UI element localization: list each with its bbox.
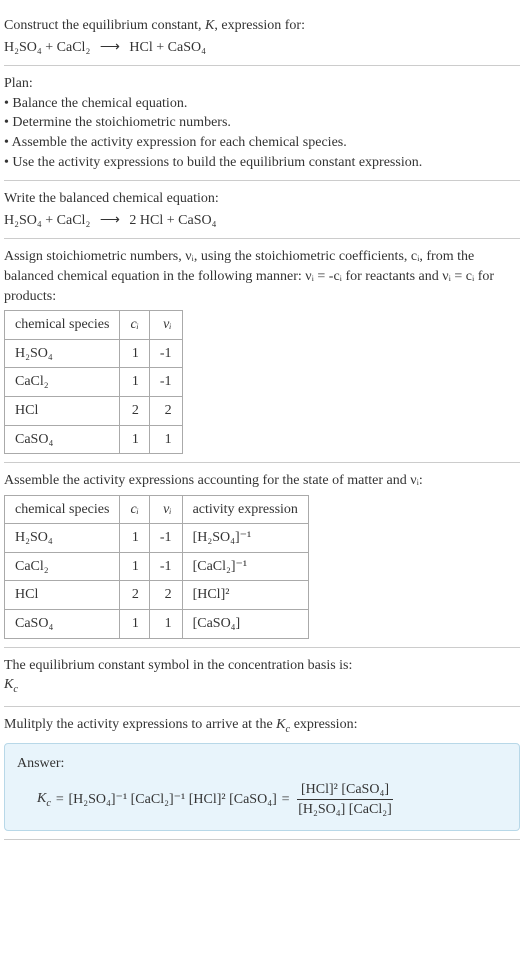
balanced-section: Write the balanced chemical equation: H₂…: [4, 181, 520, 239]
answer-label: Answer:: [17, 754, 507, 774]
col-vi: νᵢ: [149, 495, 182, 524]
col-species: chemical species: [5, 311, 120, 340]
cell-ci: 1: [120, 524, 149, 553]
table-header-row: chemical species cᵢ νᵢ activity expressi…: [5, 495, 309, 524]
kc-symbol-section: The equilibrium constant symbol in the c…: [4, 648, 520, 707]
equals-sign: =: [55, 790, 64, 810]
kc-var: Kc: [37, 789, 51, 811]
balanced-equation: H₂SO₄ + CaCl₂ ⟶ 2 HCl + CaSO₄: [4, 211, 520, 231]
initial-equation: H₂SO₄ + CaCl₂ ⟶ HCl + CaSO₄: [4, 38, 520, 58]
plan-list: Balance the chemical equation. Determine…: [4, 94, 520, 172]
arrow-icon: ⟶: [100, 213, 120, 228]
bal-lhs: H₂SO₄ + CaCl₂: [4, 213, 90, 228]
prompt-prefix: Construct the equilibrium constant, K, e…: [4, 18, 305, 33]
cell-species: H₂SO₄: [5, 339, 120, 368]
prompt-text: Construct the equilibrium constant, K, e…: [4, 16, 520, 36]
stoich-table: chemical species cᵢ νᵢ H₂SO₄ 1 -1 CaCl₂ …: [4, 310, 183, 454]
cell-species: CaCl₂: [5, 368, 120, 397]
cell-species: CaSO₄: [5, 425, 120, 454]
cell-species: HCl: [5, 396, 120, 425]
cell-ci: 2: [120, 396, 149, 425]
activity-table: chemical species cᵢ νᵢ activity expressi…: [4, 495, 309, 639]
plan-item: Assemble the activity expression for eac…: [4, 133, 520, 153]
cell-ci: 1: [120, 425, 149, 454]
table-row: CaCl₂ 1 -1 [CaCl₂]⁻¹: [5, 552, 309, 581]
plan-item: Determine the stoichiometric numbers.: [4, 113, 520, 133]
cell-species: H₂SO₄: [5, 524, 120, 553]
answer-section: Mulitply the activity expressions to arr…: [4, 707, 520, 840]
eq-lhs: H₂SO₄ + CaCl₂: [4, 40, 90, 55]
kc-flat: [H₂SO₄]⁻¹ [CaCl₂]⁻¹ [HCl]² [CaSO₄]: [68, 790, 276, 810]
balanced-title: Write the balanced chemical equation:: [4, 189, 520, 209]
kc-fraction: [HCl]² [CaSO₄] [H₂SO₄] [CaCl₂]: [294, 780, 396, 820]
plan-section: Plan: Balance the chemical equation. Det…: [4, 66, 520, 181]
cell-vi: -1: [149, 552, 182, 581]
cell-expr: [CaCl₂]⁻¹: [182, 552, 308, 581]
arrow-icon: ⟶: [100, 40, 120, 55]
cell-ci: 1: [120, 339, 149, 368]
col-ci: cᵢ: [120, 311, 149, 340]
plan-item: Balance the chemical equation.: [4, 94, 520, 114]
stoich-section: Assign stoichiometric numbers, νᵢ, using…: [4, 239, 520, 463]
table-header-row: chemical species cᵢ νᵢ: [5, 311, 183, 340]
cell-vi: -1: [149, 368, 182, 397]
table-row: HCl 2 2: [5, 396, 183, 425]
cell-expr: [H₂SO₄]⁻¹: [182, 524, 308, 553]
table-row: H₂SO₄ 1 -1 [H₂SO₄]⁻¹: [5, 524, 309, 553]
activity-intro: Assemble the activity expressions accoun…: [4, 471, 520, 491]
table-row: CaCl₂ 1 -1: [5, 368, 183, 397]
col-species: chemical species: [5, 495, 120, 524]
cell-expr: [HCl]²: [182, 581, 308, 610]
cell-ci: 1: [120, 610, 149, 639]
plan-title: Plan:: [4, 74, 520, 94]
kc-symbol: Kc: [4, 675, 520, 697]
kc-symbol-text: The equilibrium constant symbol in the c…: [4, 656, 520, 676]
cell-vi: -1: [149, 339, 182, 368]
eq-rhs: HCl + CaSO₄: [129, 40, 206, 55]
cell-vi: -1: [149, 524, 182, 553]
frac-denominator: [H₂SO₄] [CaCl₂]: [294, 800, 396, 820]
kc-expression: Kc = [H₂SO₄]⁻¹ [CaCl₂]⁻¹ [HCl]² [CaSO₄] …: [17, 780, 507, 820]
cell-ci: 1: [120, 368, 149, 397]
cell-species: CaCl₂: [5, 552, 120, 581]
cell-vi: 1: [149, 610, 182, 639]
activity-section: Assemble the activity expressions accoun…: [4, 463, 520, 648]
bal-rhs: 2 HCl + CaSO₄: [129, 213, 216, 228]
cell-ci: 1: [120, 552, 149, 581]
plan-item: Use the activity expressions to build th…: [4, 153, 520, 173]
col-vi: νᵢ: [149, 311, 182, 340]
cell-species: HCl: [5, 581, 120, 610]
cell-vi: 2: [149, 396, 182, 425]
table-row: CaSO₄ 1 1: [5, 425, 183, 454]
equals-sign: =: [281, 790, 290, 810]
cell-vi: 2: [149, 581, 182, 610]
prompt-section: Construct the equilibrium constant, K, e…: [4, 8, 520, 66]
table-row: H₂SO₄ 1 -1: [5, 339, 183, 368]
col-ci: cᵢ: [120, 495, 149, 524]
cell-ci: 2: [120, 581, 149, 610]
stoich-intro: Assign stoichiometric numbers, νᵢ, using…: [4, 247, 520, 306]
frac-numerator: [HCl]² [CaSO₄]: [297, 780, 393, 801]
col-expr: activity expression: [182, 495, 308, 524]
answer-box: Answer: Kc = [H₂SO₄]⁻¹ [CaCl₂]⁻¹ [HCl]² …: [4, 743, 520, 831]
cell-species: CaSO₄: [5, 610, 120, 639]
table-row: HCl 2 2 [HCl]²: [5, 581, 309, 610]
multiply-intro: Mulitply the activity expressions to arr…: [4, 715, 520, 737]
table-row: CaSO₄ 1 1 [CaSO₄]: [5, 610, 309, 639]
cell-expr: [CaSO₄]: [182, 610, 308, 639]
cell-vi: 1: [149, 425, 182, 454]
